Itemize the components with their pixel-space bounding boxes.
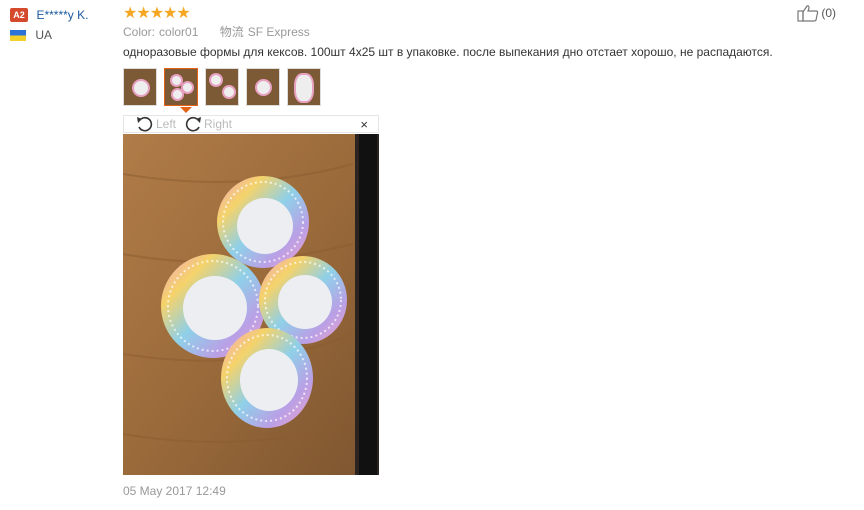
review-date: 05 May 2017 12:49 (123, 484, 226, 498)
liner-top (217, 176, 309, 268)
rotate-right-label: Right (204, 117, 233, 131)
helpful-count: (0) (821, 6, 836, 20)
photo-viewer-toolbar: Left Right × (123, 115, 379, 133)
photo-thumbnail[interactable] (205, 68, 239, 106)
star-rating: ★★★★★ (123, 5, 191, 22)
reviewer-info: A2 E*****y K. (10, 6, 88, 24)
photo-thumbnails (123, 68, 321, 106)
logistics-label: 物流 (219, 25, 244, 39)
close-viewer-button[interactable]: × (360, 117, 368, 132)
photo-thumbnail[interactable] (246, 68, 280, 106)
helpful-button[interactable]: (0) (797, 4, 836, 22)
review-text: одноразовые формы для кексов. 100шт 4x25… (123, 45, 773, 59)
logistics-value: SF Express (247, 25, 310, 39)
rotate-right-icon (185, 116, 201, 132)
country-code: UA (35, 28, 53, 42)
rotate-left-icon (137, 116, 153, 132)
thumbs-up-icon (797, 5, 819, 22)
review-photo (123, 134, 379, 475)
liner-bottom (221, 328, 313, 428)
color-value: color01 (159, 25, 199, 39)
rotate-left-button[interactable]: Left (136, 116, 176, 132)
photo-thumbnail[interactable] (123, 68, 157, 106)
photo-thumbnail[interactable] (287, 68, 321, 106)
buyer-level-badge: A2 (10, 7, 28, 22)
color-label: Color: (123, 25, 156, 39)
order-meta: Color: color01 物流 SF Express (123, 23, 310, 40)
cupcake-liners-photo (123, 134, 379, 475)
rotate-right-button[interactable]: Right (184, 116, 232, 132)
reviewer-name[interactable]: E*****y K. (36, 8, 88, 22)
photo-thumbnail-active[interactable] (164, 68, 198, 106)
rotate-left-label: Left (156, 117, 177, 131)
active-thumbnail-pointer (180, 107, 192, 113)
ukraine-flag-icon (10, 30, 26, 42)
reviewer-country: UA (10, 28, 52, 42)
